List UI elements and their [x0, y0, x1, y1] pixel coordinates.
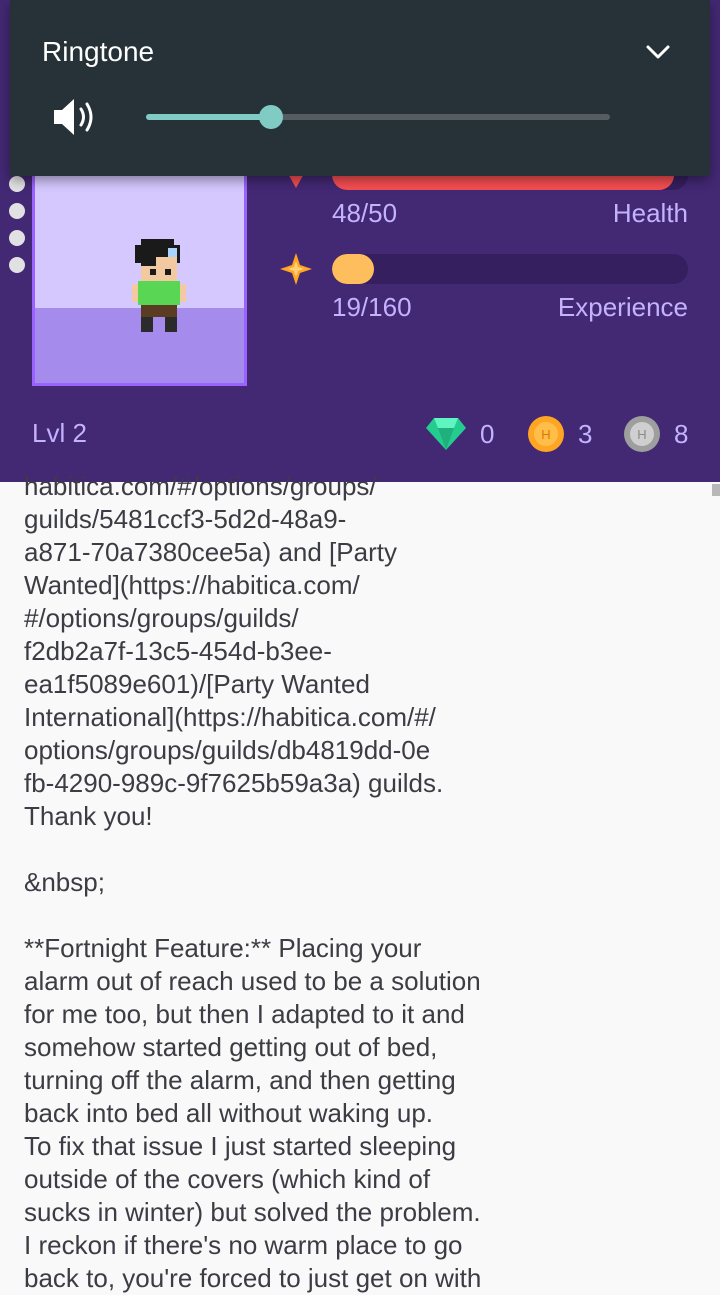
pixel-character-icon — [132, 239, 186, 332]
health-label: Health — [612, 198, 688, 228]
gem-icon — [426, 418, 466, 450]
experience-value: 19/160 — [332, 292, 412, 322]
dot — [9, 230, 25, 246]
dot — [9, 176, 25, 192]
volume-slider-fill — [146, 114, 272, 120]
experience-bar-fill — [332, 254, 375, 284]
dot — [9, 257, 25, 273]
gold-counter[interactable]: H 3 — [528, 414, 592, 454]
experience-label: Experience — [557, 292, 688, 322]
avatar-menu-dots[interactable] — [9, 176, 25, 284]
star-icon — [280, 253, 312, 285]
speaker-icon[interactable] — [52, 96, 98, 138]
silver-coin-icon: H — [624, 416, 660, 452]
gems-counter[interactable]: 0 — [426, 414, 494, 454]
dot — [9, 203, 25, 219]
level-label: Lvl 2 — [32, 418, 87, 448]
header-corner — [710, 46, 720, 166]
svg-text:H: H — [541, 427, 550, 442]
silver-value: 8 — [674, 418, 689, 449]
gems-value: 0 — [480, 418, 495, 449]
gold-value: 3 — [578, 418, 593, 449]
volume-slider-thumb[interactable] — [259, 105, 284, 129]
silver-counter[interactable]: H 8 — [624, 414, 688, 454]
volume-panel: Ringtone — [10, 0, 710, 176]
svg-text:H: H — [637, 427, 646, 442]
message-body: habitica.com/#/options/groups/ guilds/54… — [24, 471, 482, 1293]
volume-stream-title: Ringtone — [42, 36, 155, 67]
health-value: 48/50 — [332, 198, 398, 228]
scrollbar[interactable] — [712, 484, 720, 496]
gold-coin-icon: H — [528, 416, 564, 452]
chevron-down-icon[interactable] — [644, 38, 672, 66]
experience-bar — [332, 254, 688, 284]
volume-slider[interactable] — [146, 105, 610, 129]
avatar[interactable] — [32, 150, 247, 386]
